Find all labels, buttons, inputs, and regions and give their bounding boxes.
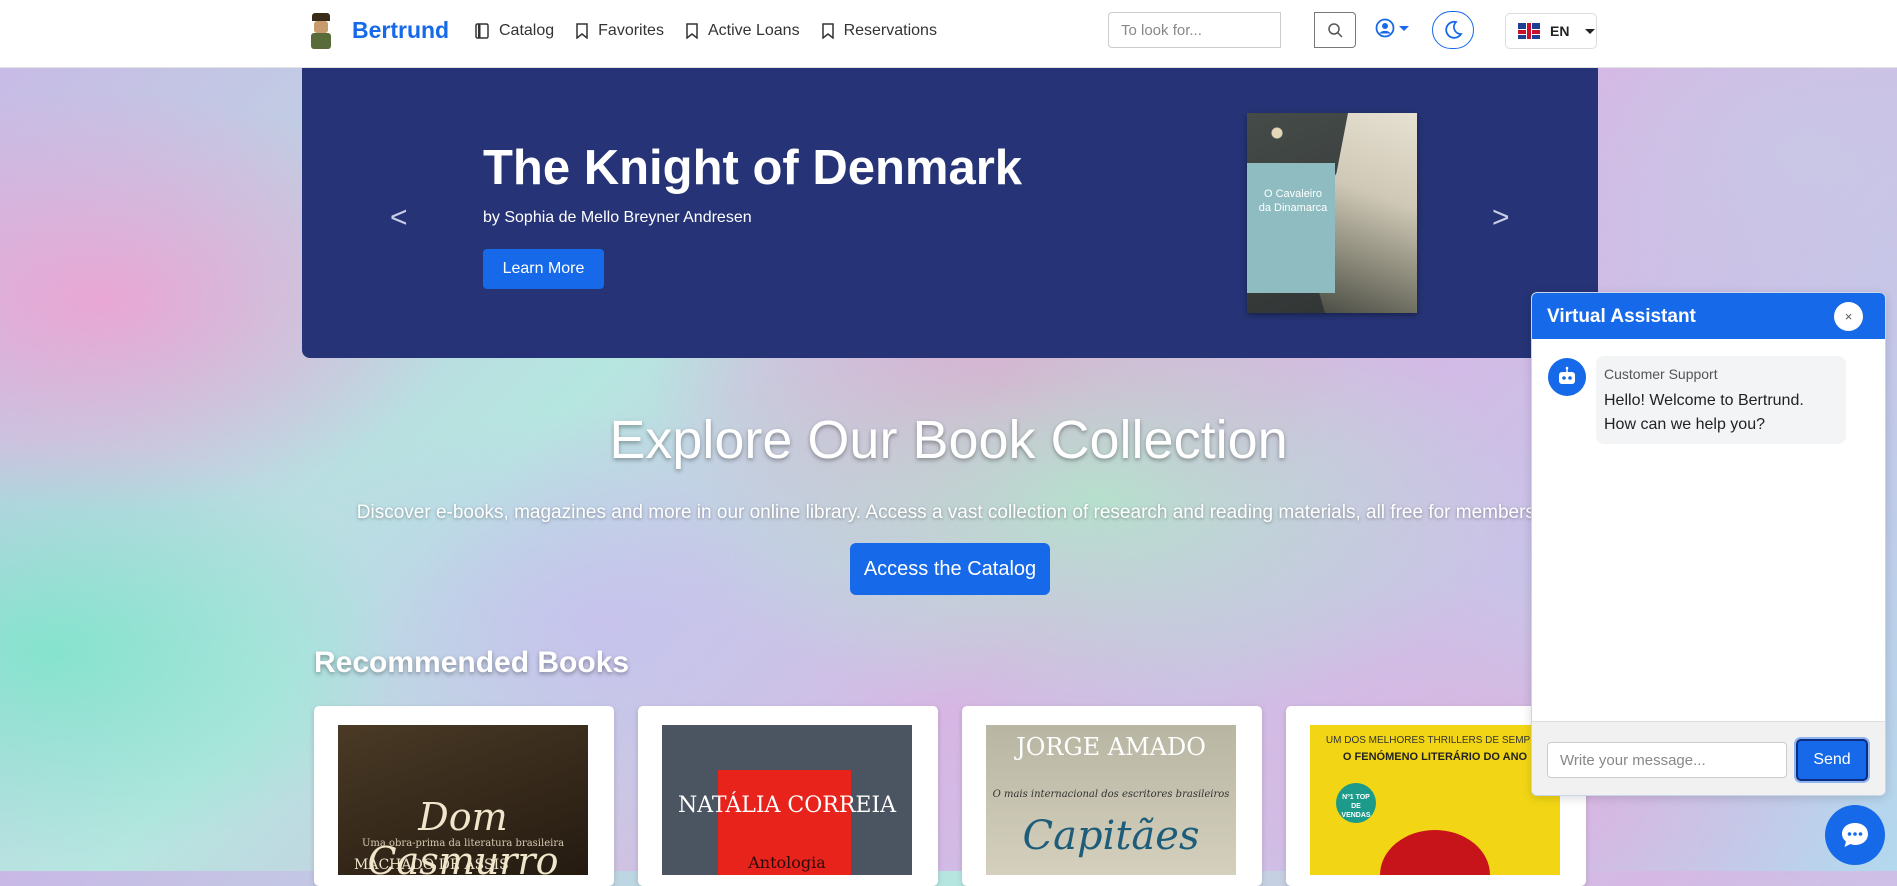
chat-footer: Send: [1532, 721, 1885, 795]
recommended-title: Recommended Books: [314, 646, 630, 679]
book-badge: Nº1 TOP DE VENDAS: [1341, 794, 1371, 819]
book-subtitle: Uma obra-prima da literatura brasileira: [361, 838, 565, 849]
hero-title: The Knight of Denmark: [483, 141, 1023, 195]
dark-mode-toggle[interactable]: [1432, 11, 1474, 49]
robot-icon: [1548, 358, 1586, 396]
chat-close-button[interactable]: ×: [1834, 302, 1863, 331]
book-author: JORGE AMADO: [1016, 733, 1206, 761]
chat-header: Virtual Assistant ×: [1532, 293, 1885, 339]
book-cover: UM DOS MELHORES THRILLERS DE SEMPRE O FE…: [1310, 725, 1560, 875]
send-button[interactable]: Send: [1796, 739, 1868, 781]
language-selector[interactable]: EN: [1505, 13, 1597, 49]
chat-message: Customer Support Hello! Welcome to Bertr…: [1596, 356, 1846, 444]
book-cover: Dom Casmurro Uma obra-prima da literatur…: [338, 725, 588, 875]
book-subtitle: O FENÓMENO LITERÁRIO DO ANO: [1342, 751, 1528, 763]
hero-cover-title: O Cavaleiro da Dinamarca: [1258, 188, 1328, 214]
book-card[interactable]: JORGE AMADO O mais internacional dos esc…: [962, 706, 1262, 886]
hero-author: by Sophia de Mello Breyner Andresen: [483, 209, 752, 226]
book-title: NATÁLIA CORREIA: [677, 793, 897, 818]
bookmark-icon: [576, 23, 588, 39]
nav-active-loans-label: Active Loans: [707, 22, 800, 39]
book-icon: [475, 23, 489, 39]
chat-bubble-icon: [1842, 823, 1868, 847]
nav-catalog-label: Catalog: [499, 22, 555, 39]
message-sender: Customer Support: [1604, 366, 1718, 382]
book-banner: UM DOS MELHORES THRILLERS DE SEMPRE: [1325, 735, 1545, 746]
book-subtitle: Antologia: [748, 853, 826, 872]
carousel-prev-button[interactable]: <: [390, 201, 408, 235]
book-cover: NATÁLIA CORREIA Antologia: [662, 725, 912, 875]
chat-widget: Virtual Assistant × Customer Support Hel…: [1531, 292, 1886, 796]
user-circle-icon: [1375, 18, 1395, 38]
chat-message-input[interactable]: [1547, 742, 1787, 778]
bookmark-icon: [686, 23, 698, 39]
learn-more-button[interactable]: Learn More: [483, 249, 604, 289]
moon-icon: [1445, 20, 1463, 39]
book-subtitle: O mais internacional dos escritores bras…: [992, 789, 1230, 800]
chevron-down-icon: [1585, 28, 1596, 34]
search-button[interactable]: [1314, 12, 1356, 48]
hero-carousel: < The Knight of Denmark by Sophia de Mel…: [302, 68, 1598, 358]
logo-icon: [306, 10, 336, 50]
search-icon: [1328, 23, 1343, 38]
nav-active-loans[interactable]: Active Loans: [686, 22, 800, 40]
chevron-down-icon: [1399, 25, 1409, 31]
chat-title: Virtual Assistant: [1547, 306, 1696, 327]
book-title: Capitães: [1022, 813, 1200, 859]
nav-favorites[interactable]: Favorites: [576, 22, 664, 40]
nav-reservations[interactable]: Reservations: [821, 22, 937, 40]
main-nav: Catalog Favorites Active Loans Reservati…: [475, 0, 959, 62]
book-cover: JORGE AMADO O mais internacional dos esc…: [986, 725, 1236, 875]
uk-flag-icon: [1518, 23, 1540, 39]
nav-favorites-label: Favorites: [598, 22, 664, 39]
nav-catalog[interactable]: Catalog: [475, 22, 554, 40]
book-card[interactable]: Dom Casmurro Uma obra-prima da literatur…: [314, 706, 614, 886]
user-menu-button[interactable]: [1375, 18, 1409, 38]
bookmark-icon: [821, 23, 834, 39]
search-input[interactable]: [1108, 12, 1281, 48]
access-catalog-button[interactable]: Access the Catalog: [850, 543, 1050, 595]
book-card[interactable]: NATÁLIA CORREIA Antologia: [638, 706, 938, 886]
nav-reservations-label: Reservations: [843, 22, 937, 39]
brand-name[interactable]: Bertrund: [352, 17, 449, 44]
message-text: Hello! Welcome to Bertrund. How can we h…: [1604, 392, 1804, 433]
top-navbar: Bertrund Catalog Favorites Active Loans …: [0, 0, 1897, 68]
chat-toggle-button[interactable]: [1825, 805, 1885, 865]
language-code: EN: [1550, 23, 1570, 39]
hero-book-cover[interactable]: O Cavaleiro da Dinamarca: [1247, 113, 1417, 313]
brand[interactable]: Bertrund: [306, 10, 449, 50]
carousel-next-button[interactable]: >: [1492, 201, 1510, 235]
